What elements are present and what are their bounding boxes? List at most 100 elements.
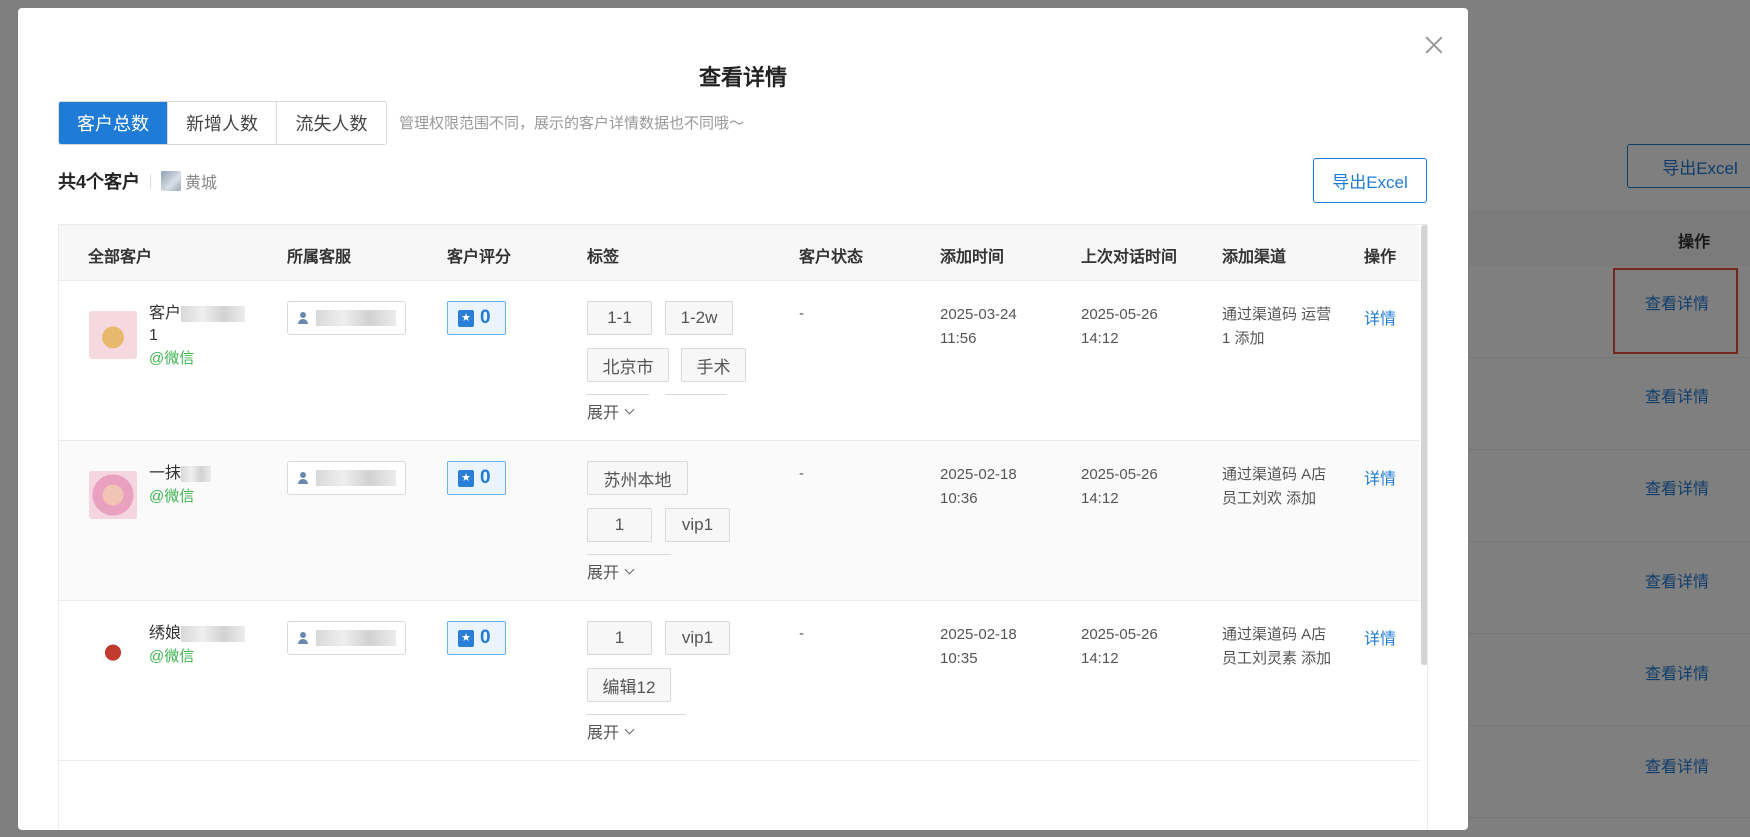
customer-name: 绣娘 (149, 623, 259, 645)
owner-avatar (161, 171, 182, 191)
table-row-partial (59, 762, 1419, 830)
summary-bar: 共4个客户 黄城 (58, 168, 217, 194)
tag: vip1 (665, 508, 730, 542)
tag-overflow-line (587, 554, 671, 555)
close-icon[interactable] (1423, 34, 1445, 56)
add-time: 2025-02-18 10:35 (940, 623, 1017, 671)
export-excel-button[interactable]: 导出Excel (1313, 158, 1427, 203)
add-clock: 10:36 (940, 490, 978, 507)
tag: 1-2w (665, 301, 733, 335)
score-value: 0 (480, 467, 491, 488)
expand-label: 展开 (587, 405, 620, 422)
wechat-channel: @微信 (149, 350, 195, 367)
owner-name: 黄城 (185, 175, 218, 192)
column-header-tags: 标签 (587, 249, 620, 266)
redacted-text (181, 465, 212, 482)
staff-field[interactable] (287, 621, 406, 655)
customer-status: - (799, 465, 804, 482)
redacted-staff-name (316, 630, 396, 646)
detail-link[interactable]: 详情 (1364, 305, 1396, 329)
column-header-operation: 操作 (1364, 249, 1397, 266)
detail-link[interactable]: 详情 (1364, 625, 1396, 649)
tag: 1-1 (587, 301, 652, 335)
table-row: 客户 1 @微信 ★ 0 1-1 1-2w 北京市 手术 展开 - 2025-0… (59, 281, 1419, 441)
score-icon: ★ (458, 629, 474, 647)
customer-count: 共4个客户 (58, 172, 141, 192)
chevron-down-icon (624, 564, 635, 574)
last-clock: 14:12 (1081, 330, 1119, 347)
last-clock: 14:12 (1081, 650, 1119, 667)
expand-toggle[interactable]: 展开 (587, 399, 635, 423)
tag-overflow-line (587, 394, 649, 395)
customer-name: 客户 1 (149, 303, 259, 347)
add-date: 2025-03-24 (940, 306, 1017, 323)
tag-overflow-line (665, 394, 727, 395)
column-header-customer: 全部客户 (88, 249, 153, 266)
last-chat-time: 2025-05-26 14:12 (1081, 623, 1158, 671)
add-clock: 11:56 (940, 330, 977, 347)
tag: 编辑12 (587, 668, 671, 702)
detail-link[interactable]: 详情 (1364, 465, 1396, 489)
chevron-down-icon (624, 404, 635, 414)
add-time: 2025-02-18 10:36 (940, 463, 1017, 511)
customer-name-suffix: 1 (149, 327, 158, 344)
score-icon: ★ (458, 469, 474, 487)
column-header-add-time: 添加时间 (940, 249, 1005, 266)
modal-title: 查看详情 (698, 65, 787, 90)
staff-field[interactable] (287, 301, 406, 335)
column-header-score: 客户评分 (447, 249, 512, 266)
score-badge[interactable]: ★ 0 (447, 621, 506, 655)
permission-hint: 管理权限范围不同，展示的客户详情数据也不同哦～ (399, 115, 745, 132)
customer-name: 一抹 (149, 463, 259, 485)
customer-status: - (799, 625, 804, 642)
last-date: 2025-05-26 (1081, 306, 1158, 323)
customer-name-text: 客户 (149, 305, 182, 322)
expand-toggle[interactable]: 展开 (587, 559, 635, 583)
tag-overflow-line (587, 714, 685, 715)
score-value: 0 (480, 627, 491, 648)
tab-lost-customers[interactable]: 流失人数 (277, 102, 386, 144)
tag: 1 (587, 621, 652, 655)
add-source: 通过渠道码 A店员工刘灵素 添加 (1222, 626, 1332, 667)
add-date: 2025-02-18 (940, 466, 1017, 483)
score-badge[interactable]: ★ 0 (447, 301, 506, 335)
customer-name-text: 绣娘 (149, 625, 182, 642)
detail-modal: 查看详情 客户总数 新增人数 流失人数 管理权限范围不同，展示的客户详情数据也不… (18, 8, 1468, 830)
staff-field[interactable] (287, 461, 406, 495)
expand-label: 展开 (587, 565, 620, 582)
last-date: 2025-05-26 (1081, 466, 1158, 483)
add-source: 通过渠道码 A店员工刘欢 添加 (1222, 466, 1327, 507)
last-chat-time: 2025-05-26 14:12 (1081, 463, 1158, 511)
redacted-text (181, 305, 246, 322)
score-icon: ★ (458, 309, 474, 327)
expand-toggle[interactable]: 展开 (587, 719, 635, 743)
column-header-staff: 所属客服 (287, 249, 352, 266)
customer-status: - (799, 305, 804, 322)
tab-total-customers[interactable]: 客户总数 (59, 102, 168, 144)
table-row: 一抹 @微信 ★ 0 苏州本地 1 vip1 展开 - 2025-02-18 1… (59, 441, 1419, 601)
person-icon (298, 632, 308, 644)
column-header-last-chat: 上次对话时间 (1081, 249, 1178, 266)
last-date: 2025-05-26 (1081, 626, 1158, 643)
add-source: 通过渠道码 运营1 添加 (1222, 306, 1332, 347)
wechat-channel: @微信 (149, 488, 195, 505)
customer-avatar (89, 311, 137, 359)
customer-table: 全部客户 所属客服 客户评分 标签 客户状态 添加时间 上次对话时间 添加渠道 … (58, 224, 1428, 830)
customer-avatar (89, 471, 137, 519)
column-header-status: 客户状态 (799, 249, 864, 266)
customer-avatar (89, 631, 137, 679)
customer-name-text: 一抹 (149, 465, 182, 482)
redacted-text (181, 625, 246, 642)
expand-label: 展开 (587, 725, 620, 742)
tab-new-customers[interactable]: 新增人数 (168, 102, 277, 144)
person-icon (298, 472, 308, 484)
table-header: 全部客户 所属客服 客户评分 标签 客户状态 添加时间 上次对话时间 添加渠道 … (59, 225, 1419, 281)
tab-group: 客户总数 新增人数 流失人数 (58, 101, 387, 145)
table-scrollbar[interactable] (1421, 225, 1427, 665)
chevron-down-icon (624, 724, 635, 734)
score-badge[interactable]: ★ 0 (447, 461, 506, 495)
wechat-channel: @微信 (149, 648, 195, 665)
person-icon (298, 312, 308, 324)
tag: 北京市 (587, 348, 669, 382)
score-value: 0 (480, 307, 491, 328)
